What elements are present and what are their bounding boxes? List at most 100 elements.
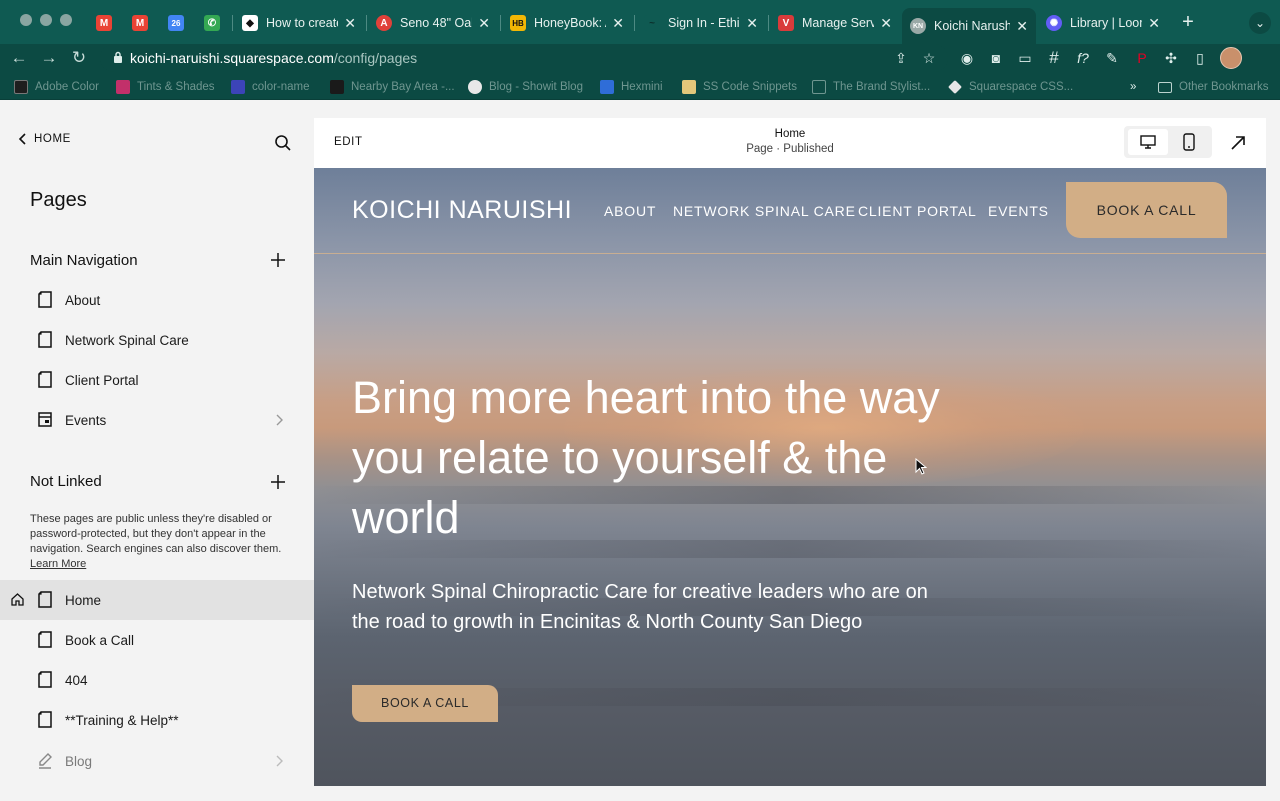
sidebar-item-events[interactable]: Events xyxy=(0,400,314,440)
tab-close-icon[interactable]: ✕ xyxy=(478,15,490,32)
bookmark-hexmini[interactable]: Hexmini xyxy=(600,79,663,95)
mouse-cursor-icon xyxy=(915,458,927,475)
sidebar-item-network-spinal-care[interactable]: Network Spinal Care xyxy=(0,320,314,360)
screen-icon[interactable]: ▭ xyxy=(1015,48,1035,68)
address-bar[interactable]: koichi-naruishi.squarespace.com/config/p… xyxy=(100,44,948,72)
browser-toolbar: ← → ↻ koichi-naruishi.squarespace.com/co… xyxy=(0,44,1280,72)
window-zoom-button[interactable] xyxy=(60,14,72,26)
puzzle-icon[interactable]: ✣ xyxy=(1161,48,1181,68)
search-icon[interactable] xyxy=(274,134,292,152)
sidebar-item-label: Book a Call xyxy=(65,632,135,648)
tab-gmail-2[interactable]: M xyxy=(124,8,158,38)
site-logo[interactable]: KOICHI NARUISHI xyxy=(352,196,572,225)
site-nav-events[interactable]: EVENTS xyxy=(988,203,1049,219)
bookmark-nearby-bay-area[interactable]: Nearby Bay Area -... xyxy=(330,79,455,95)
ethic-icon: ~ xyxy=(644,15,660,31)
site-nav-client-portal[interactable]: CLIENT PORTAL xyxy=(858,203,977,219)
chevron-right-icon xyxy=(276,755,283,767)
sidebar-item-404[interactable]: 404 xyxy=(0,660,314,700)
tab-close-icon[interactable]: ✕ xyxy=(746,15,758,32)
star-icon[interactable]: ☆ xyxy=(920,49,938,67)
hashtag-icon[interactable]: # xyxy=(1044,48,1064,68)
bookmark-other-bookmarks[interactable]: Other Bookmarks xyxy=(1158,79,1268,95)
calendar-icon: 26 xyxy=(168,15,184,31)
tab-library-loom[interactable]: ✺ Library | Loom ✕ xyxy=(1038,8,1168,38)
tab-how-to-create[interactable]: ◆ How to create ✕ xyxy=(234,8,364,38)
pages-sidebar: HOME Pages Main Navigation About Network… xyxy=(0,100,314,801)
window-minimize-button[interactable] xyxy=(40,14,52,26)
function-icon[interactable]: f? xyxy=(1073,48,1093,68)
header-book-call-button[interactable]: BOOK A CALL xyxy=(1066,182,1227,238)
sidebar-item-blog[interactable]: Blog xyxy=(0,741,314,781)
bookmark-brand-stylist[interactable]: The Brand Stylist... xyxy=(812,79,930,95)
page-icon xyxy=(38,671,52,688)
sidebar-item-label: Events xyxy=(65,412,107,428)
tab-close-icon[interactable]: ✕ xyxy=(1148,15,1160,32)
sidebar-panel-icon[interactable]: ▯ xyxy=(1190,48,1210,68)
tab-title: How to create xyxy=(266,16,339,30)
sidebar-item-client-portal[interactable]: Client Portal xyxy=(0,360,314,400)
sidebar-item-about[interactable]: About xyxy=(0,280,314,320)
desktop-view-button[interactable] xyxy=(1128,129,1168,155)
tab-close-icon[interactable]: ✕ xyxy=(612,15,624,32)
camera-icon[interactable]: ◙ xyxy=(986,48,1006,68)
sidebar-item-home[interactable]: Home xyxy=(0,580,314,620)
bookmark-showit-blog[interactable]: Blog - Showit Blog xyxy=(468,79,583,95)
tab-close-icon[interactable]: ✕ xyxy=(344,15,356,32)
new-tab-button[interactable]: + xyxy=(1178,12,1198,32)
tab-close-icon[interactable]: ✕ xyxy=(880,15,892,32)
calendar-icon xyxy=(38,412,52,427)
add-page-not-linked-button[interactable] xyxy=(270,474,286,490)
phone-icon: ✆ xyxy=(204,15,220,31)
main-navigation-heading: Main Navigation xyxy=(30,252,138,269)
learn-more-link[interactable]: Learn More xyxy=(30,558,86,570)
tab-close-icon[interactable]: ✕ xyxy=(1016,18,1028,35)
pen-icon[interactable]: ✎ xyxy=(1102,48,1122,68)
chevron-left-icon xyxy=(18,133,26,145)
bookmark-color-name[interactable]: color-name xyxy=(231,79,310,95)
browser-tab-bar: M M 26 ✆ ◆ How to create ✕ A Seno 48" Oa… xyxy=(0,0,1280,44)
tab-title: Manage Servic xyxy=(802,16,875,30)
site-nav-about[interactable]: ABOUT xyxy=(604,203,656,219)
a-icon: A xyxy=(376,15,392,31)
share-icon[interactable]: ⇪ xyxy=(892,49,910,67)
tab-sign-in-ethic[interactable]: ~ Sign In - Ethic ✕ xyxy=(636,8,766,38)
tab-manage-services[interactable]: V Manage Servic ✕ xyxy=(770,8,900,38)
squarespace-editor: HOME Pages Main Navigation About Network… xyxy=(0,100,1280,801)
sidebar-item-book-a-call[interactable]: Book a Call xyxy=(0,620,314,660)
site-nav-network-spinal-care[interactable]: NETWORK SPINAL CARE xyxy=(673,203,856,219)
sidebar-item-training-help[interactable]: **Training & Help** xyxy=(0,700,314,740)
tab-honeybook[interactable]: HB HoneyBook: A ✕ xyxy=(502,8,632,38)
gmail-icon: M xyxy=(132,15,148,31)
mobile-view-button[interactable] xyxy=(1183,133,1195,151)
hero-heading: Bring more heart into the way you relate… xyxy=(352,372,940,543)
bookmark-squarespace-css[interactable]: Squarespace CSS... xyxy=(948,79,1073,95)
back-arrow-icon[interactable]: ← xyxy=(8,47,30,69)
bookmark-adobe-color[interactable]: Adobe Color xyxy=(14,79,99,95)
tab-title: HoneyBook: A xyxy=(534,16,607,30)
extension-icon[interactable]: ◉ xyxy=(957,48,977,68)
chevron-right-icon xyxy=(276,414,283,426)
bookmark-ss-code-snippets[interactable]: SS Code Snippets xyxy=(682,79,797,95)
bookmarks-overflow-icon[interactable]: » xyxy=(1130,79,1136,95)
tab-calendar[interactable]: 26 xyxy=(160,8,194,38)
window-close-button[interactable] xyxy=(20,14,32,26)
profile-avatar[interactable] xyxy=(1220,47,1242,69)
tab-phone[interactable]: ✆ xyxy=(196,8,230,38)
tab-search-chevron-icon[interactable]: ⌄ xyxy=(1249,12,1271,34)
reload-icon[interactable]: ↻ xyxy=(68,47,90,69)
sidebar-item-label: Network Spinal Care xyxy=(65,332,189,348)
open-in-new-icon[interactable] xyxy=(1230,135,1246,151)
home-back-button[interactable]: HOME xyxy=(18,133,71,145)
tab-gmail-1[interactable]: M xyxy=(88,8,122,38)
add-page-main-nav-button[interactable] xyxy=(270,252,286,268)
hero-book-call-button[interactable]: BOOK A CALL xyxy=(352,685,498,722)
tab-title: Seno 48" Oak xyxy=(400,16,473,30)
sidebar-item-label: Blog xyxy=(65,753,93,769)
tab-koichi-naruishi[interactable]: KN Koichi Narush ✕ xyxy=(902,8,1036,44)
tab-seno-oak[interactable]: A Seno 48" Oak ✕ xyxy=(368,8,498,38)
pinterest-icon[interactable]: P xyxy=(1132,48,1152,68)
bookmark-tints-shades[interactable]: Tints & Shades xyxy=(116,79,215,95)
tab-title: Koichi Narush xyxy=(934,19,1011,33)
forward-arrow-icon[interactable]: → xyxy=(38,47,60,69)
